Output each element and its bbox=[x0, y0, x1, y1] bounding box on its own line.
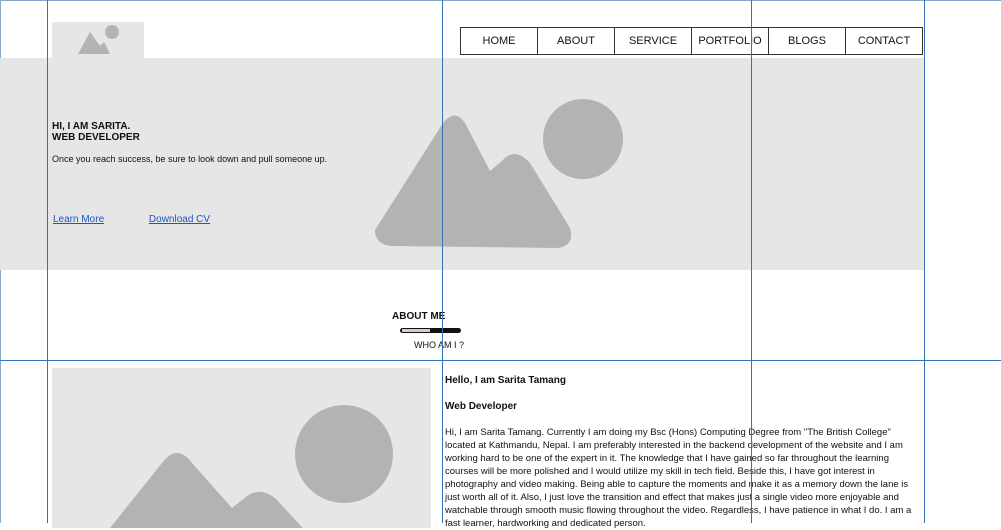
about-divider-accent bbox=[402, 329, 430, 332]
nav-portfolio[interactable]: PORTFOLIO bbox=[692, 28, 769, 54]
hero-role: WEB DEVELOPER bbox=[52, 132, 140, 143]
about-role: Web Developer bbox=[445, 401, 518, 412]
nav-home[interactable]: HOME bbox=[461, 28, 538, 54]
nav-contact[interactable]: CONTACT bbox=[846, 28, 922, 54]
main-nav: HOME ABOUT SERVICE PORTFOLIO BLOGS CONTA… bbox=[460, 27, 923, 55]
guide-line bbox=[47, 0, 48, 523]
hero-text: HI, I AM SARITA. WEB DEVELOPER Once you … bbox=[52, 121, 327, 164]
guide-line bbox=[751, 0, 752, 523]
about-divider bbox=[400, 328, 461, 333]
hero-greeting: HI, I AM SARITA. bbox=[52, 121, 131, 132]
image-placeholder-icon bbox=[78, 25, 119, 54]
about-hello: Hello, I am Sarita Tamang bbox=[445, 375, 566, 386]
guide-line bbox=[442, 0, 443, 523]
guide-line bbox=[924, 0, 925, 523]
about-bio: Hi, I am Sarita Tamang. Currently I am d… bbox=[445, 427, 912, 529]
hero-links: Learn More Download CV bbox=[53, 214, 252, 225]
about-image-placeholder bbox=[52, 368, 431, 528]
learn-more-link[interactable]: Learn More bbox=[53, 214, 104, 225]
hero-image-icon bbox=[375, 99, 623, 248]
about-text: Hello, I am Sarita Tamang Web Developer … bbox=[445, 374, 915, 530]
nav-blogs[interactable]: BLOGS bbox=[769, 28, 846, 54]
logo-image-placeholder[interactable] bbox=[52, 22, 144, 58]
nav-service[interactable]: SERVICE bbox=[615, 28, 692, 54]
about-subtitle: WHO AM I ? bbox=[414, 340, 465, 350]
hero-section: HI, I AM SARITA. WEB DEVELOPER Once you … bbox=[0, 58, 924, 270]
download-cv-link[interactable]: Download CV bbox=[149, 214, 210, 225]
hero-quote: Once you reach success, be sure to look … bbox=[52, 154, 328, 164]
guide-line bbox=[0, 360, 1001, 361]
nav-about[interactable]: ABOUT bbox=[538, 28, 615, 54]
about-image-icon bbox=[110, 405, 393, 528]
about-title: ABOUT ME bbox=[392, 311, 446, 322]
